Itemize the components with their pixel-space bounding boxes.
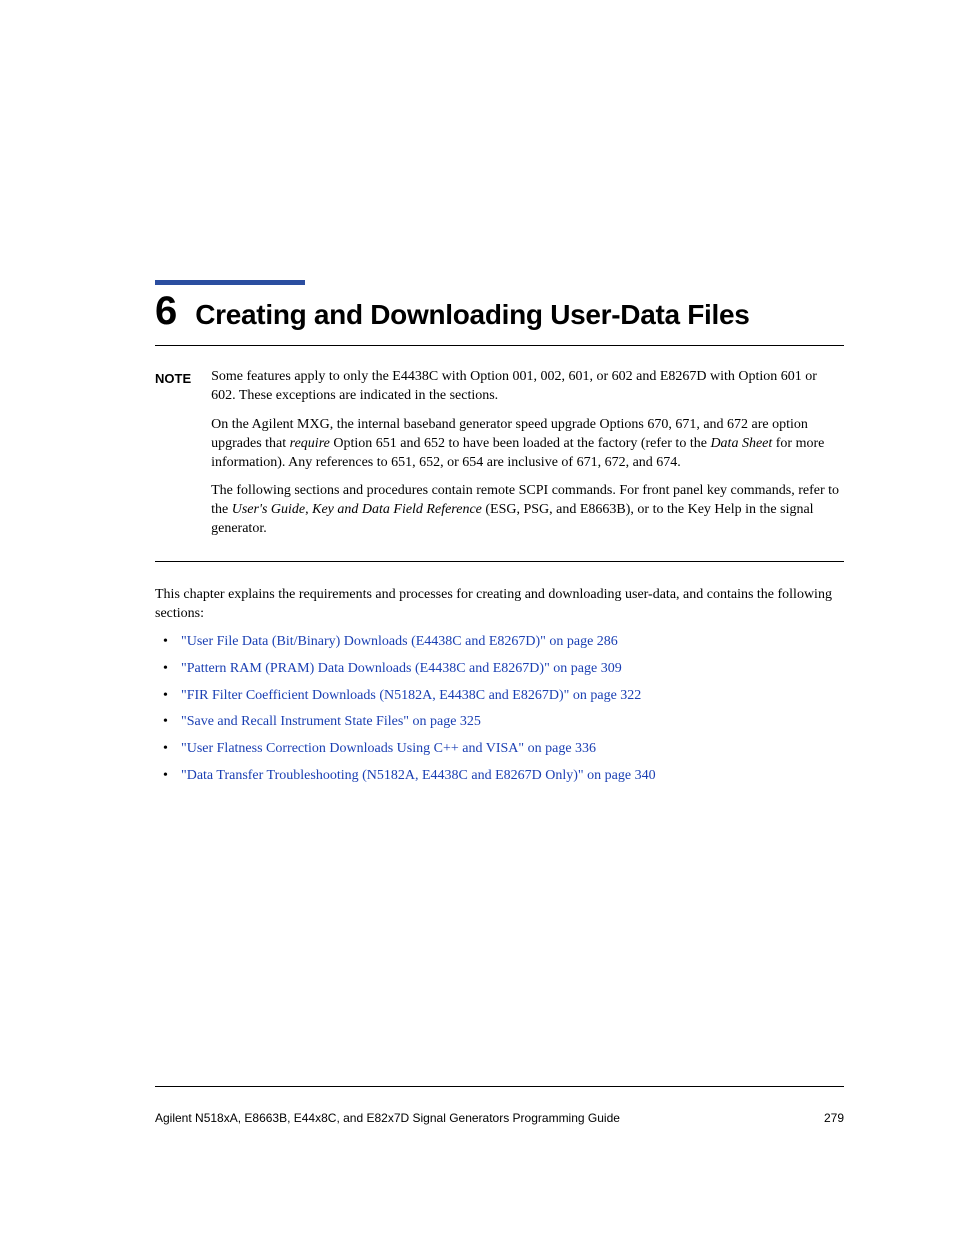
- chapter-number: 6: [155, 291, 177, 331]
- list-item: "FIR Filter Coefficient Downloads (N5182…: [155, 688, 844, 705]
- footer-rule: [155, 1086, 844, 1087]
- section-link[interactable]: "Data Transfer Troubleshooting (N5182A, …: [181, 768, 656, 783]
- heading-rule: [155, 345, 844, 346]
- section-link[interactable]: "Save and Recall Instrument State Files"…: [181, 714, 481, 729]
- list-item: "Data Transfer Troubleshooting (N5182A, …: [155, 768, 844, 785]
- list-item: "User Flatness Correction Downloads Usin…: [155, 741, 844, 758]
- intro-paragraph: This chapter explains the requirements a…: [155, 586, 844, 624]
- note-body: Some features apply to only the E4438C w…: [211, 368, 844, 549]
- page-footer: Agilent N518xA, E8663B, E44x8C, and E82x…: [155, 1111, 844, 1125]
- section-link[interactable]: "User Flatness Correction Downloads Usin…: [181, 741, 596, 756]
- page-number: 279: [824, 1111, 844, 1125]
- note-end-rule: [155, 561, 844, 562]
- note-label: NOTE: [155, 368, 191, 549]
- section-link[interactable]: "FIR Filter Coefficient Downloads (N5182…: [181, 688, 641, 703]
- footer-doc-title: Agilent N518xA, E8663B, E44x8C, and E82x…: [155, 1111, 620, 1125]
- chapter-heading: 6 Creating and Downloading User-Data Fil…: [155, 291, 844, 331]
- list-item: "User File Data (Bit/Binary) Downloads (…: [155, 634, 844, 651]
- note-block: NOTE Some features apply to only the E44…: [155, 368, 844, 549]
- section-link[interactable]: "Pattern RAM (PRAM) Data Downloads (E443…: [181, 661, 622, 676]
- section-link[interactable]: "User File Data (Bit/Binary) Downloads (…: [181, 634, 618, 649]
- chapter-title: Creating and Downloading User-Data Files: [195, 299, 749, 331]
- list-item: "Pattern RAM (PRAM) Data Downloads (E443…: [155, 661, 844, 678]
- note-paragraph-1: Some features apply to only the E4438C w…: [211, 368, 844, 406]
- note-paragraph-3: The following sections and procedures co…: [211, 482, 844, 539]
- chapter-accent-bar: [155, 280, 305, 285]
- list-item: "Save and Recall Instrument State Files"…: [155, 714, 844, 731]
- section-toc-list: "User File Data (Bit/Binary) Downloads (…: [155, 634, 844, 785]
- note-paragraph-2: On the Agilent MXG, the internal baseban…: [211, 416, 844, 473]
